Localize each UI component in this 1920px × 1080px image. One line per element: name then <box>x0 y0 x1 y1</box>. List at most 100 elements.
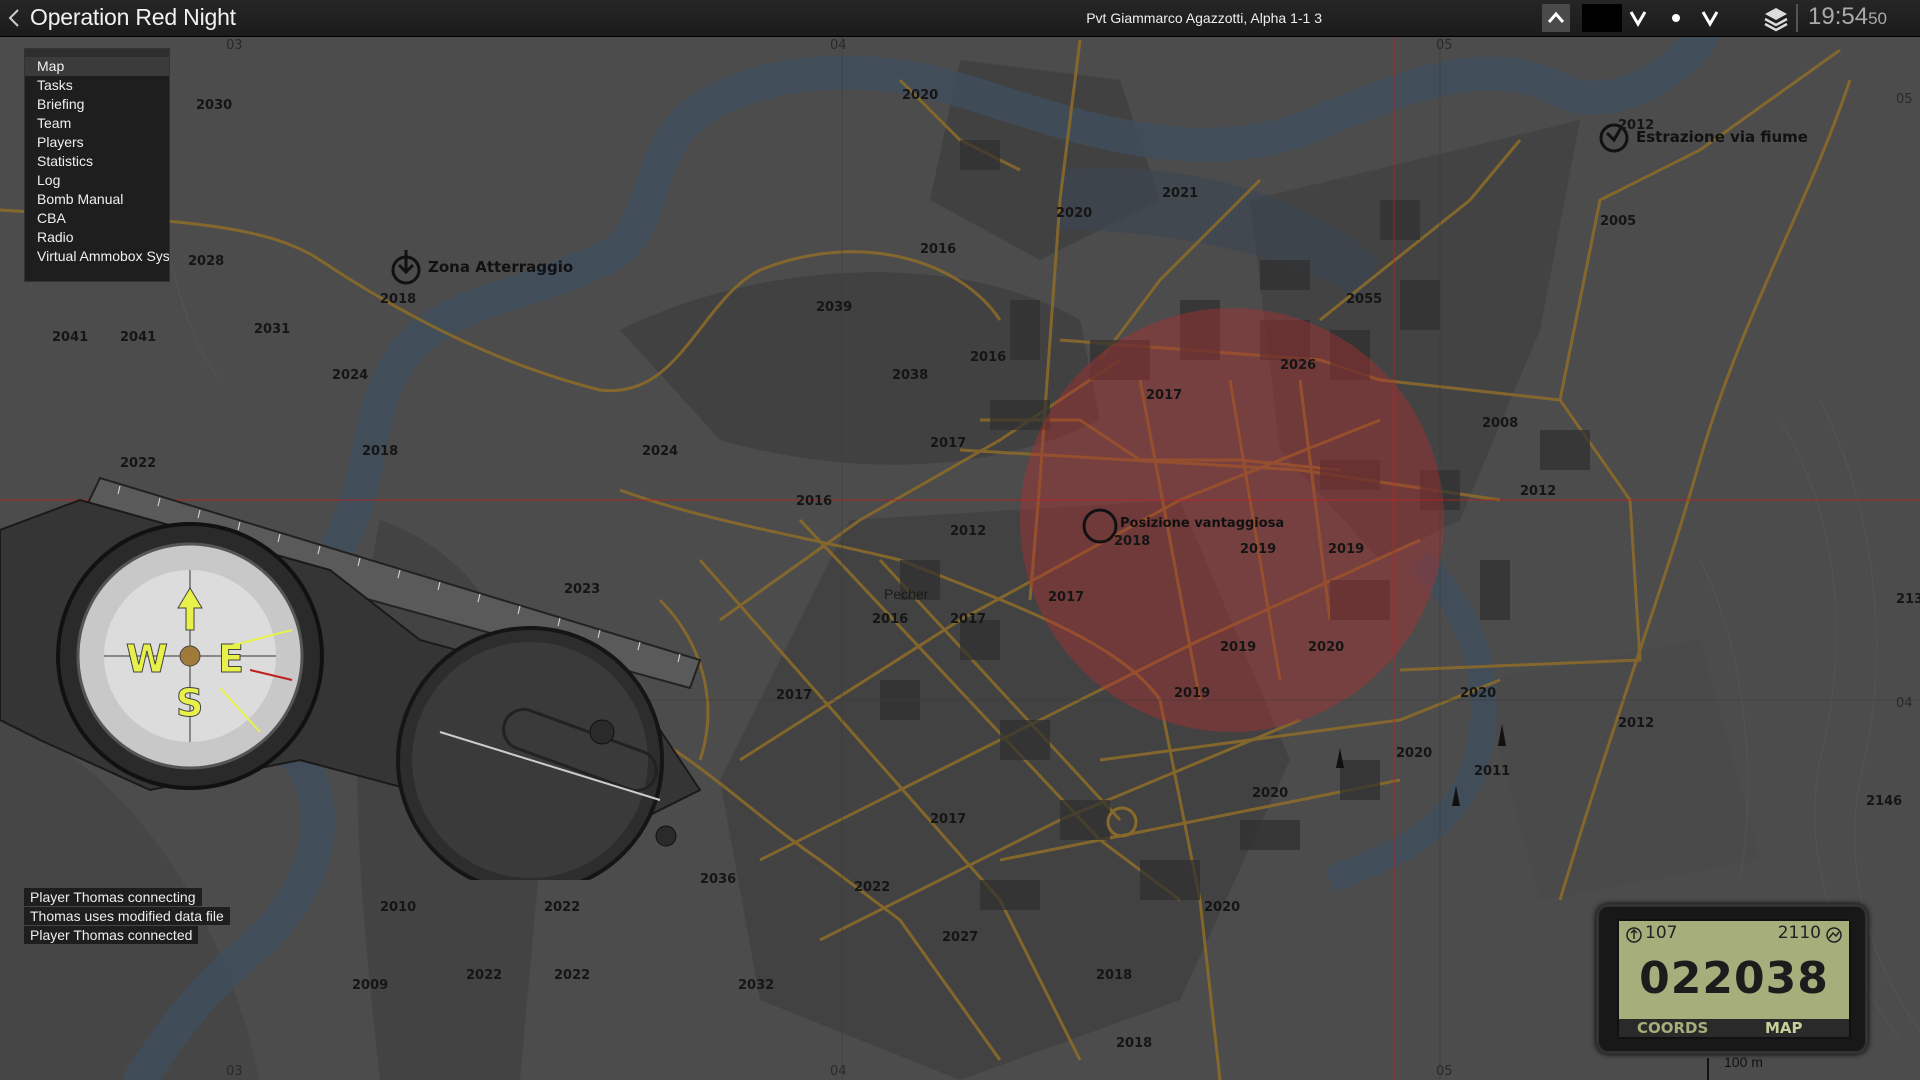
elevation-label: 2011 <box>1474 764 1511 779</box>
gps-tab-bar: COORDS MAP <box>1619 1019 1849 1037</box>
elevation-label: 2019 <box>1240 542 1277 557</box>
shape-dropdown-button[interactable] <box>1696 4 1724 32</box>
elevation-label: 2039 <box>816 300 853 315</box>
chat-message: Player Thomas connecting <box>24 888 202 906</box>
elevation-label: 2020 <box>1308 640 1345 655</box>
collapse-button[interactable] <box>1542 4 1570 32</box>
elevation-label: 2017 <box>950 612 987 627</box>
elevation-label: 2019 <box>1220 640 1257 655</box>
elevation-label: 2020 <box>902 88 939 103</box>
town-label: Pecher <box>884 586 929 602</box>
elevation-label: 2028 <box>188 254 225 269</box>
menu-header <box>25 49 169 57</box>
elevation-label: 2030 <box>196 98 233 113</box>
elevation-label: 2009 <box>352 978 389 993</box>
elevation-label: 2022 <box>554 968 591 983</box>
grid-number: 03 <box>226 38 243 53</box>
menu-item-players[interactable]: Players <box>25 133 169 152</box>
grid-number: 05 <box>1436 1064 1453 1079</box>
elevation-label: 2016 <box>872 612 909 627</box>
gps-tab-map[interactable]: MAP <box>1765 1019 1803 1037</box>
gps-altitude: 2110 <box>1777 923 1821 943</box>
elevation-label: 213 <box>1896 592 1920 607</box>
elevation-label: 2017 <box>930 812 967 827</box>
menu-item-statistics[interactable]: Statistics <box>25 152 169 171</box>
elevation-label: 2010 <box>380 900 417 915</box>
color-swatch[interactable] <box>1582 4 1622 32</box>
gps-tab-coords[interactable]: COORDS <box>1637 1019 1708 1037</box>
menu-item-radio[interactable]: Radio <box>25 228 169 247</box>
elevation-label: 2024 <box>332 368 369 383</box>
marker-shape-button[interactable] <box>1662 4 1690 32</box>
player-name: Pvt Giammarco Agazzotti, Alpha 1-1 3 <box>1086 10 1322 26</box>
extraction-label[interactable]: Estrazione via fiume <box>1636 128 1808 146</box>
elevation-label: 2026 <box>1280 358 1317 373</box>
map-scale-label: 100 m <box>1724 1054 1763 1070</box>
elevation-label: 2017 <box>930 436 967 451</box>
elevation-label: 2012 <box>950 524 987 539</box>
elevation-label: 2022 <box>466 968 503 983</box>
back-arrow-icon[interactable] <box>6 6 22 30</box>
grid-number: 05 <box>1436 38 1453 53</box>
top-bar: Operation Red Night Pvt Giammarco Agazzo… <box>0 0 1920 37</box>
elevation-label: 2020 <box>1204 900 1241 915</box>
divider <box>1796 4 1798 32</box>
menu-item-bomb-manual[interactable]: Bomb Manual <box>25 190 169 209</box>
layers-button[interactable] <box>1762 4 1790 32</box>
gps-screen: 107 2110 022038 COORDS MAP <box>1617 919 1851 1039</box>
menu-item-briefing[interactable]: Briefing <box>25 95 169 114</box>
vantage-point-label[interactable]: Posizione vantaggiosa <box>1120 516 1284 531</box>
landing-zone-label[interactable]: Zona Atterraggio <box>428 258 573 276</box>
svg-text:S: S <box>176 681 203 725</box>
elevation-label: 2018 <box>1116 1036 1153 1051</box>
menu-item-tasks[interactable]: Tasks <box>25 76 169 95</box>
elevation-label: 2017 <box>1048 590 1085 605</box>
elevation-label: 2022 <box>544 900 581 915</box>
gps-device: 107 2110 022038 COORDS MAP <box>1596 904 1868 1054</box>
chat-message: Player Thomas connected <box>24 926 199 944</box>
elevation-label: 2024 <box>642 444 679 459</box>
elevation-label: 2012 <box>1520 484 1557 499</box>
grid-number: 03 <box>226 1064 243 1079</box>
clock-time: 19:54 <box>1808 3 1869 30</box>
elevation-label: 2008 <box>1482 416 1519 431</box>
elevation-label: 2021 <box>1162 186 1199 201</box>
grid-number: 04 <box>830 38 847 53</box>
elevation-label: 2055 <box>1346 292 1383 307</box>
chevron-up-icon <box>1547 11 1565 23</box>
elevation-label: 2022 <box>854 880 891 895</box>
layers-icon <box>1764 8 1788 32</box>
elevation-label: 2016 <box>970 350 1007 365</box>
elevation-label: 2018 <box>380 292 417 307</box>
chat-message: Thomas uses modified data file <box>24 907 230 925</box>
elevation-label: 2018 <box>1114 534 1151 549</box>
elevation-label: 2020 <box>1396 746 1433 761</box>
chevron-down-icon <box>1629 11 1647 27</box>
elevation-label: 2020 <box>1460 686 1497 701</box>
elevation-label: 2005 <box>1600 214 1637 229</box>
elevation-label: 2012 <box>1618 716 1655 731</box>
menu-item-map[interactable]: Map <box>25 57 169 76</box>
system-chat-log: Player Thomas connecting Thomas uses mod… <box>24 888 230 945</box>
elevation-label: 2019 <box>1174 686 1211 701</box>
grid-number: 05 <box>1896 92 1913 107</box>
compass[interactable]: W E S <box>0 460 720 880</box>
grid-number: 04 <box>830 1064 847 1079</box>
elevation-label: 2038 <box>892 368 929 383</box>
elevation-label: 2017 <box>1146 388 1183 403</box>
chevron-down-icon <box>1701 11 1719 27</box>
gps-grid-readout: 022038 <box>1639 953 1829 1004</box>
elevation-label: 2019 <box>1328 542 1365 557</box>
menu-item-log[interactable]: Log <box>25 171 169 190</box>
color-dropdown-button[interactable] <box>1624 4 1652 32</box>
heading-icon <box>1626 927 1642 943</box>
map-side-menu: Map Tasks Briefing Team Players Statisti… <box>24 48 170 282</box>
menu-item-team[interactable]: Team <box>25 114 169 133</box>
elevation-label: 2027 <box>942 930 979 945</box>
grid-number: 04 <box>1896 696 1913 711</box>
clock-seconds: 50 <box>1868 9 1887 28</box>
menu-item-cba[interactable]: CBA <box>25 209 169 228</box>
mission-title: Operation Red Night <box>30 4 236 30</box>
menu-item-virtual-ammobox[interactable]: Virtual Ammobox Syst <box>25 247 169 266</box>
game-clock: 19:5450 <box>1808 3 1887 31</box>
